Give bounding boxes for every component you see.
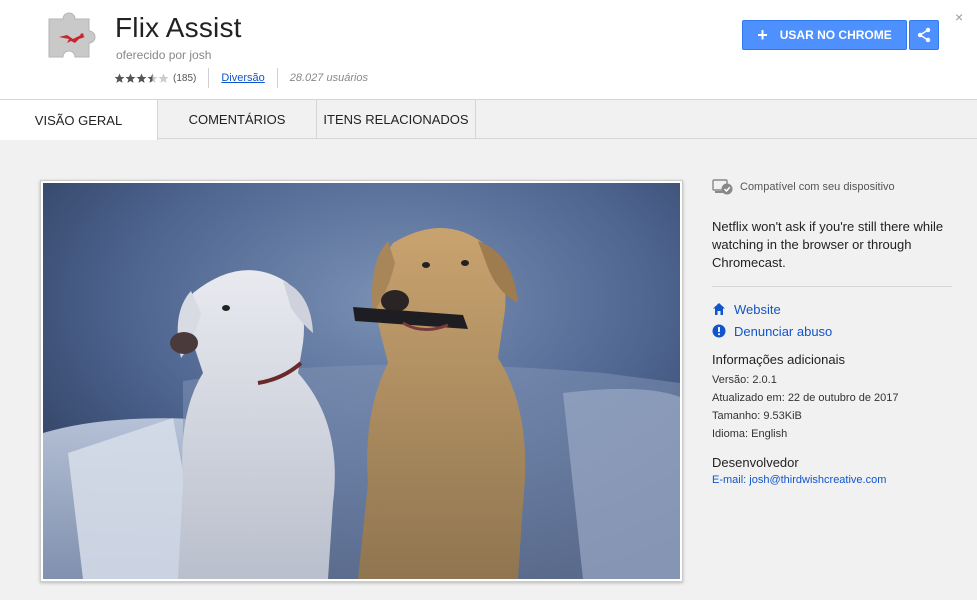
website-label: Website [734,301,781,317]
share-button[interactable] [909,20,939,50]
offered-by: oferecido por josh [116,48,212,62]
puzzle-piece-logo-icon [45,5,103,63]
extension-screenshot[interactable] [40,180,683,582]
user-count: 28.027 usuários [289,72,369,84]
star-full-icon [114,73,125,83]
rating-stars[interactable]: (185) [114,73,196,84]
details-sidebar: Compatível com seu dispositivo Netflix w… [712,176,952,488]
tab-bar: VISÃO GERAL COMENTÁRIOS ITENS RELACIONAD… [0,100,977,140]
report-abuse-label: Denunciar abuso [734,323,833,339]
divider [276,68,278,88]
developer-email-link[interactable]: E-mail: josh@thirdwishcreative.com [712,472,952,488]
compatibility-text: Compatível com seu dispositivo [740,181,895,193]
tab-reviews[interactable]: COMENTÁRIOS [158,100,317,139]
meta-row: (185) Diversão 28.027 usuários [114,68,368,88]
star-full-icon [136,73,147,83]
version-info: Versão: 2.0.1 [712,374,777,386]
rating-count: (185) [173,72,197,84]
star-empty-icon [158,73,169,83]
updated-info: Atualizado em: 22 de outubro de 2017 [712,392,899,404]
device-check-icon [712,179,733,195]
language-info: Idioma: English [712,428,788,440]
tab-related[interactable]: ITENS RELACIONADOS [317,100,476,139]
close-icon[interactable]: × [955,9,963,25]
star-half-icon [147,73,158,83]
divider [712,286,952,287]
extension-description: Netflix won't ask if you're still there … [712,219,944,270]
report-abuse-link[interactable]: Denunciar abuso [712,320,952,342]
website-link[interactable]: Website [712,298,952,320]
size-info: Tamanho: 9.53KiB [712,410,802,422]
developer-heading: Desenvolvedor [712,455,799,470]
add-to-chrome-label: USAR NO CHROME [779,28,892,42]
plus-icon: + [757,25,768,45]
tab-overview[interactable]: VISÃO GERAL [0,100,158,140]
dogs-watching-tv-image [43,183,680,579]
extension-header: Flix Assist oferecido por josh (185) Div… [0,0,977,100]
share-icon [917,27,931,43]
home-icon [713,303,725,315]
additional-info-heading: Informações adicionais [712,352,845,367]
alert-icon [712,324,726,338]
extension-title: Flix Assist [115,12,242,43]
divider [208,68,210,88]
star-full-icon [125,73,136,83]
compatibility-notice: Compatível com seu dispositivo [712,176,952,198]
add-to-chrome-button[interactable]: + USAR NO CHROME [742,20,907,50]
category-link[interactable]: Diversão [221,72,264,84]
